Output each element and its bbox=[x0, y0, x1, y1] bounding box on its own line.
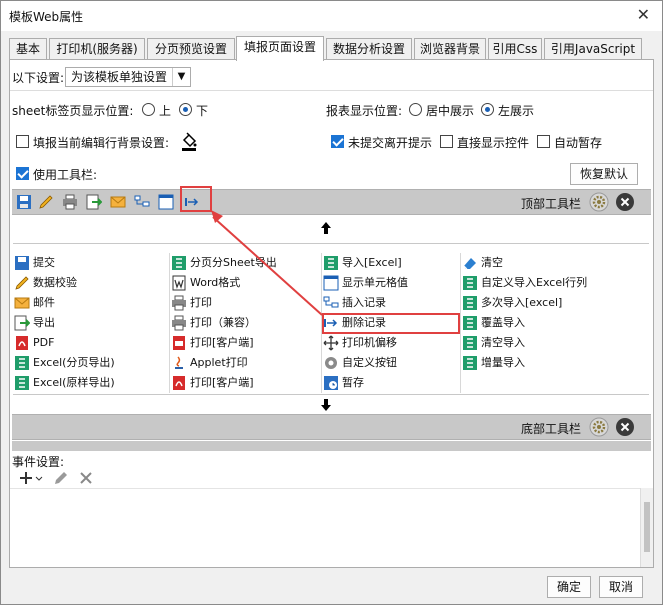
events-scrollbar[interactable] bbox=[640, 488, 653, 567]
gear-icon[interactable] bbox=[589, 417, 609, 437]
remove-icon[interactable] bbox=[615, 417, 635, 437]
tab-fill-page-settings[interactable]: 填报页面设置 bbox=[236, 36, 324, 61]
bottom-toolbar: 底部工具栏 bbox=[12, 414, 651, 440]
events-label: 事件设置: bbox=[12, 455, 65, 469]
cancel-button[interactable]: 取消 bbox=[599, 576, 643, 598]
tab-css[interactable]: 引用Css bbox=[488, 38, 542, 60]
window-title: 模板Web属性 bbox=[9, 10, 84, 24]
ok-button[interactable]: 确定 bbox=[547, 576, 591, 598]
bottom-toolbar-label: 底部工具栏 bbox=[521, 422, 582, 436]
title-bar: 模板Web属性 ✕ bbox=[1, 1, 662, 31]
tab-browser-background[interactable]: 浏览器背景 bbox=[414, 38, 486, 60]
edit-icon[interactable] bbox=[53, 470, 69, 486]
list-item[interactable]: Excel(原样导出) bbox=[13, 373, 115, 393]
delete-icon[interactable] bbox=[78, 470, 94, 486]
excel-icon bbox=[15, 376, 29, 390]
tab-basic[interactable]: 基本 bbox=[9, 38, 47, 60]
annotation-arrow bbox=[211, 210, 323, 316]
settings-panel: 以下设置: 为该模板单独设置 ▼ sheet标签页显示位置: 上 下 报表显示位… bbox=[9, 59, 654, 568]
close-icon[interactable]: ✕ bbox=[637, 5, 650, 24]
tab-printer-server[interactable]: 打印机(服务器) bbox=[49, 38, 145, 60]
tab-page-preview[interactable]: 分页预览设置 bbox=[147, 38, 235, 60]
arrow-down-icon[interactable] bbox=[320, 398, 332, 412]
add-event-dropdown[interactable] bbox=[18, 470, 44, 486]
list-item[interactable]: 打印[客户端] bbox=[170, 373, 254, 393]
pdf-icon bbox=[173, 376, 185, 390]
dialog-window: 模板Web属性 ✕ 基本 打印机(服务器) 分页预览设置 填报页面设置 数据分析… bbox=[0, 0, 663, 605]
tab-data-analysis[interactable]: 数据分析设置 bbox=[326, 38, 412, 60]
temp-save-icon bbox=[324, 376, 338, 390]
tab-javascript[interactable]: 引用JavaScript bbox=[544, 38, 642, 60]
list-item[interactable]: 暂存 bbox=[322, 373, 364, 393]
